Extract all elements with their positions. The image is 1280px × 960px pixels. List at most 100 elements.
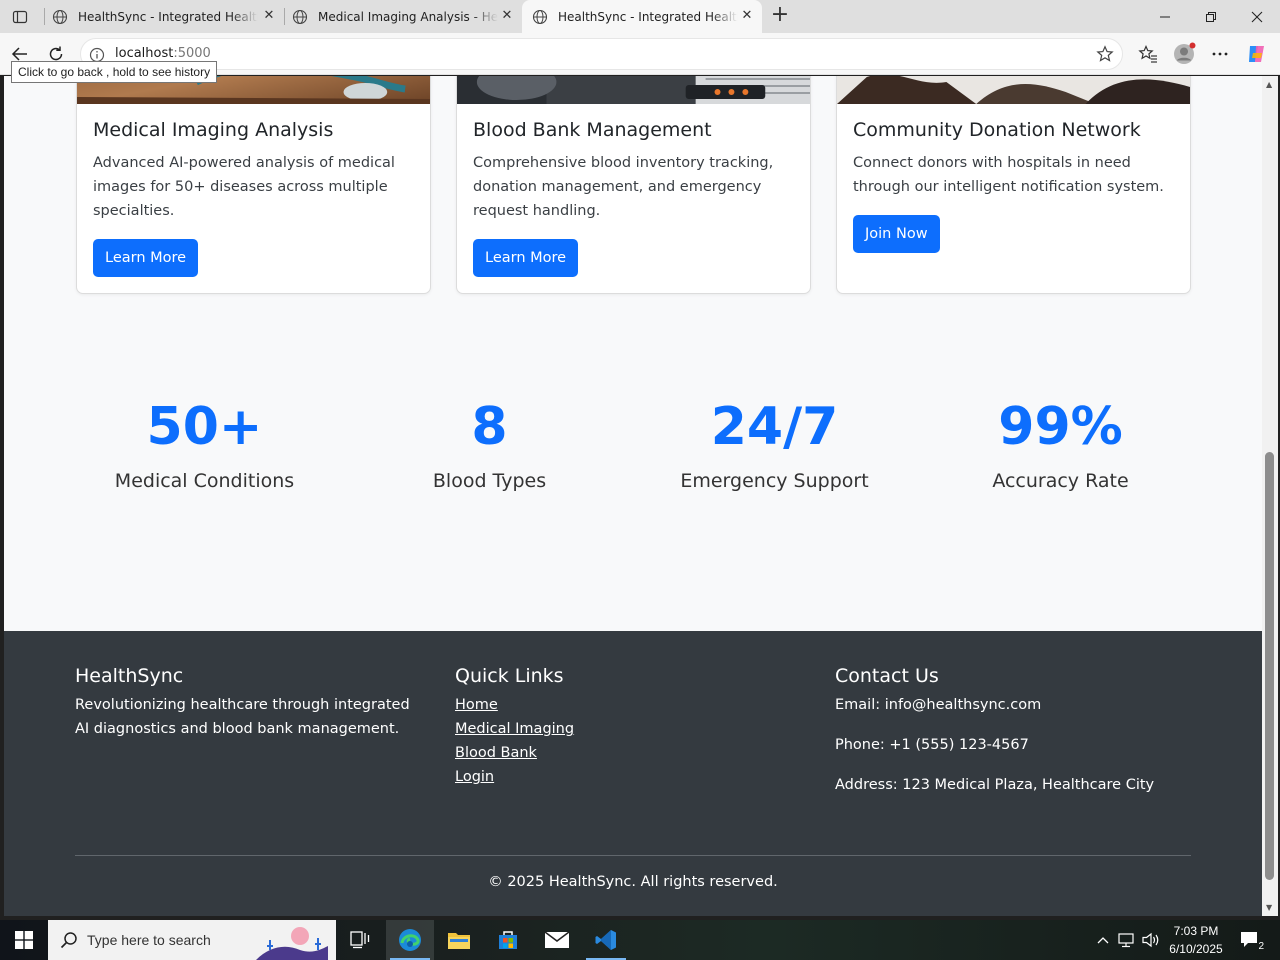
community-hands-image bbox=[837, 76, 1190, 104]
contact-phone: Phone: +1 (555) 123-4567 bbox=[835, 737, 1029, 753]
taskbar-vscode[interactable] bbox=[582, 920, 630, 960]
stat-blood-types: 8 Blood Types bbox=[347, 396, 632, 492]
card-text: Connect donors with hospitals in need th… bbox=[853, 155, 1164, 195]
footer-contact: Contact Us Email: info@healthsync.com Ph… bbox=[835, 665, 1154, 813]
tab-healthsync-1[interactable]: HealthSync - Integrated Healthcare ✕ bbox=[42, 0, 284, 33]
stat-label: Emergency Support bbox=[680, 470, 869, 492]
footer-quick-links: Quick Links Home Medical Imaging Blood B… bbox=[455, 665, 574, 789]
store-icon bbox=[499, 931, 517, 949]
stat-value: 8 bbox=[471, 397, 508, 457]
address-bar[interactable]: localhost:5000 bbox=[80, 38, 1123, 70]
footer-link-blood-bank[interactable]: Blood Bank bbox=[455, 741, 574, 765]
clock-time: 7:03 PM bbox=[1173, 924, 1219, 938]
ellipsis-icon bbox=[1212, 52, 1228, 56]
search-placeholder: Type here to search bbox=[87, 932, 211, 948]
url-host: localhost bbox=[115, 46, 174, 61]
tab-title: HealthSync - Integrated Healthcare bbox=[558, 9, 738, 24]
card-title: Blood Bank Management bbox=[473, 119, 712, 141]
search-icon bbox=[60, 932, 77, 949]
favorites-icon bbox=[1138, 45, 1157, 63]
tab-healthsync-active[interactable]: HealthSync - Integrated Healthcare ✕ bbox=[522, 0, 762, 33]
globe-icon bbox=[532, 9, 548, 24]
globe-icon bbox=[52, 9, 68, 24]
page-scrollbar[interactable]: ▲ ▼ bbox=[1262, 76, 1278, 916]
star-icon[interactable] bbox=[1096, 45, 1114, 63]
minimize-button[interactable] bbox=[1142, 0, 1188, 33]
profile-button[interactable] bbox=[1171, 41, 1197, 67]
notification-count-badge: 2 bbox=[1258, 941, 1264, 952]
more-options-button[interactable] bbox=[1207, 41, 1233, 67]
restore-button[interactable] bbox=[1188, 0, 1234, 33]
back-button-tooltip: Click to go back , hold to see history bbox=[11, 61, 218, 83]
join-now-button[interactable]: Join Now bbox=[853, 215, 940, 253]
avatar-icon bbox=[1174, 42, 1196, 64]
network-icon bbox=[1118, 933, 1134, 948]
taskbar-clock[interactable]: 7:03 PM 6/10/2025 bbox=[1160, 922, 1232, 958]
show-hidden-icons-button[interactable] bbox=[1093, 920, 1113, 960]
tab-title: HealthSync - Integrated Healthcare bbox=[78, 9, 258, 24]
taskbar-mail[interactable] bbox=[533, 920, 581, 960]
windows-taskbar: Type here to search 7:03 PM 6/10/2025 2 bbox=[0, 920, 1280, 960]
taskbar-edge[interactable] bbox=[386, 920, 434, 960]
stat-label: Blood Types bbox=[432, 470, 547, 492]
close-tab-icon[interactable]: ✕ bbox=[262, 9, 276, 23]
card-title: Medical Imaging Analysis bbox=[93, 119, 334, 141]
new-tab-button[interactable]: + bbox=[769, 4, 791, 27]
chevron-up-icon bbox=[1097, 937, 1109, 944]
contact-address: Address: 123 Medical Plaza, Healthcare C… bbox=[835, 777, 1155, 793]
learn-more-button[interactable]: Learn More bbox=[473, 239, 579, 277]
quick-links-title: Quick Links bbox=[455, 665, 564, 687]
footer-tagline: Revolutionizing healthcare through integ… bbox=[75, 697, 410, 737]
footer-about: HealthSync Revolutionizing healthcare th… bbox=[75, 665, 420, 741]
task-view-icon bbox=[350, 931, 370, 949]
start-button[interactable] bbox=[0, 920, 48, 960]
contact-email: Email: info@healthsync.com bbox=[835, 697, 1042, 713]
scrollbar-thumb[interactable] bbox=[1265, 452, 1274, 880]
favorites-button[interactable] bbox=[1135, 41, 1161, 67]
footer-link-home[interactable]: Home bbox=[455, 693, 574, 717]
close-tab-icon[interactable]: ✕ bbox=[500, 9, 514, 23]
close-window-button[interactable] bbox=[1234, 0, 1280, 33]
scroll-up-arrow-icon[interactable]: ▲ bbox=[1266, 80, 1272, 89]
footer-brand: HealthSync bbox=[75, 665, 184, 687]
speaker-icon bbox=[1142, 932, 1159, 948]
feature-card-blood-bank: Blood Bank Management Comprehensive bloo… bbox=[456, 76, 811, 294]
card-text: Advanced AI-powered analysis of medical … bbox=[93, 155, 395, 219]
copilot-icon bbox=[1249, 46, 1264, 62]
taskbar-microsoft-store[interactable] bbox=[484, 920, 532, 960]
site-footer: HealthSync Revolutionizing healthcare th… bbox=[4, 631, 1262, 916]
network-button[interactable] bbox=[1116, 920, 1138, 960]
task-view-button[interactable] bbox=[336, 920, 384, 960]
search-highlight-illustration bbox=[256, 924, 328, 960]
stat-accuracy-rate: 99% Accuracy Rate bbox=[918, 396, 1203, 492]
scroll-down-arrow-icon[interactable]: ▼ bbox=[1266, 903, 1272, 912]
taskbar-search-box[interactable]: Type here to search bbox=[48, 920, 336, 960]
tab-title: Medical Imaging Analysis - HealthSync bbox=[318, 9, 498, 24]
windows-logo-icon bbox=[15, 931, 33, 949]
close-icon bbox=[1251, 11, 1263, 22]
footer-link-login[interactable]: Login bbox=[455, 765, 574, 789]
footer-divider bbox=[75, 855, 1191, 856]
card-text: Comprehensive blood inventory tracking, … bbox=[473, 155, 774, 219]
feature-card-community: Community Donation Network Connect donor… bbox=[836, 76, 1191, 294]
url-text: localhost:5000 bbox=[115, 46, 211, 61]
mail-icon bbox=[544, 931, 570, 948]
stat-value: 24/7 bbox=[710, 397, 839, 457]
notification-center-button[interactable]: 2 bbox=[1234, 920, 1266, 960]
page-viewport: Medical Imaging Analysis Advanced AI-pow… bbox=[4, 76, 1262, 916]
stat-label: Medical Conditions bbox=[114, 470, 295, 492]
volume-button[interactable] bbox=[1140, 920, 1162, 960]
tab-medical-imaging[interactable]: Medical Imaging Analysis - HealthSync ✕ bbox=[282, 0, 522, 33]
taskbar-file-explorer[interactable] bbox=[435, 920, 483, 960]
footer-link-medical-imaging[interactable]: Medical Imaging bbox=[455, 717, 574, 741]
copilot-button[interactable] bbox=[1244, 41, 1270, 67]
tab-actions-menu-button[interactable] bbox=[8, 6, 32, 28]
stat-medical-conditions: 50+ Medical Conditions bbox=[62, 396, 347, 492]
url-port: :5000 bbox=[173, 46, 211, 61]
card-title: Community Donation Network bbox=[853, 119, 1141, 141]
learn-more-button[interactable]: Learn More bbox=[93, 239, 199, 277]
tab-actions-icon bbox=[12, 10, 28, 24]
folder-icon bbox=[448, 933, 470, 949]
blood-bank-image bbox=[457, 76, 810, 104]
close-tab-icon[interactable]: ✕ bbox=[740, 9, 754, 23]
